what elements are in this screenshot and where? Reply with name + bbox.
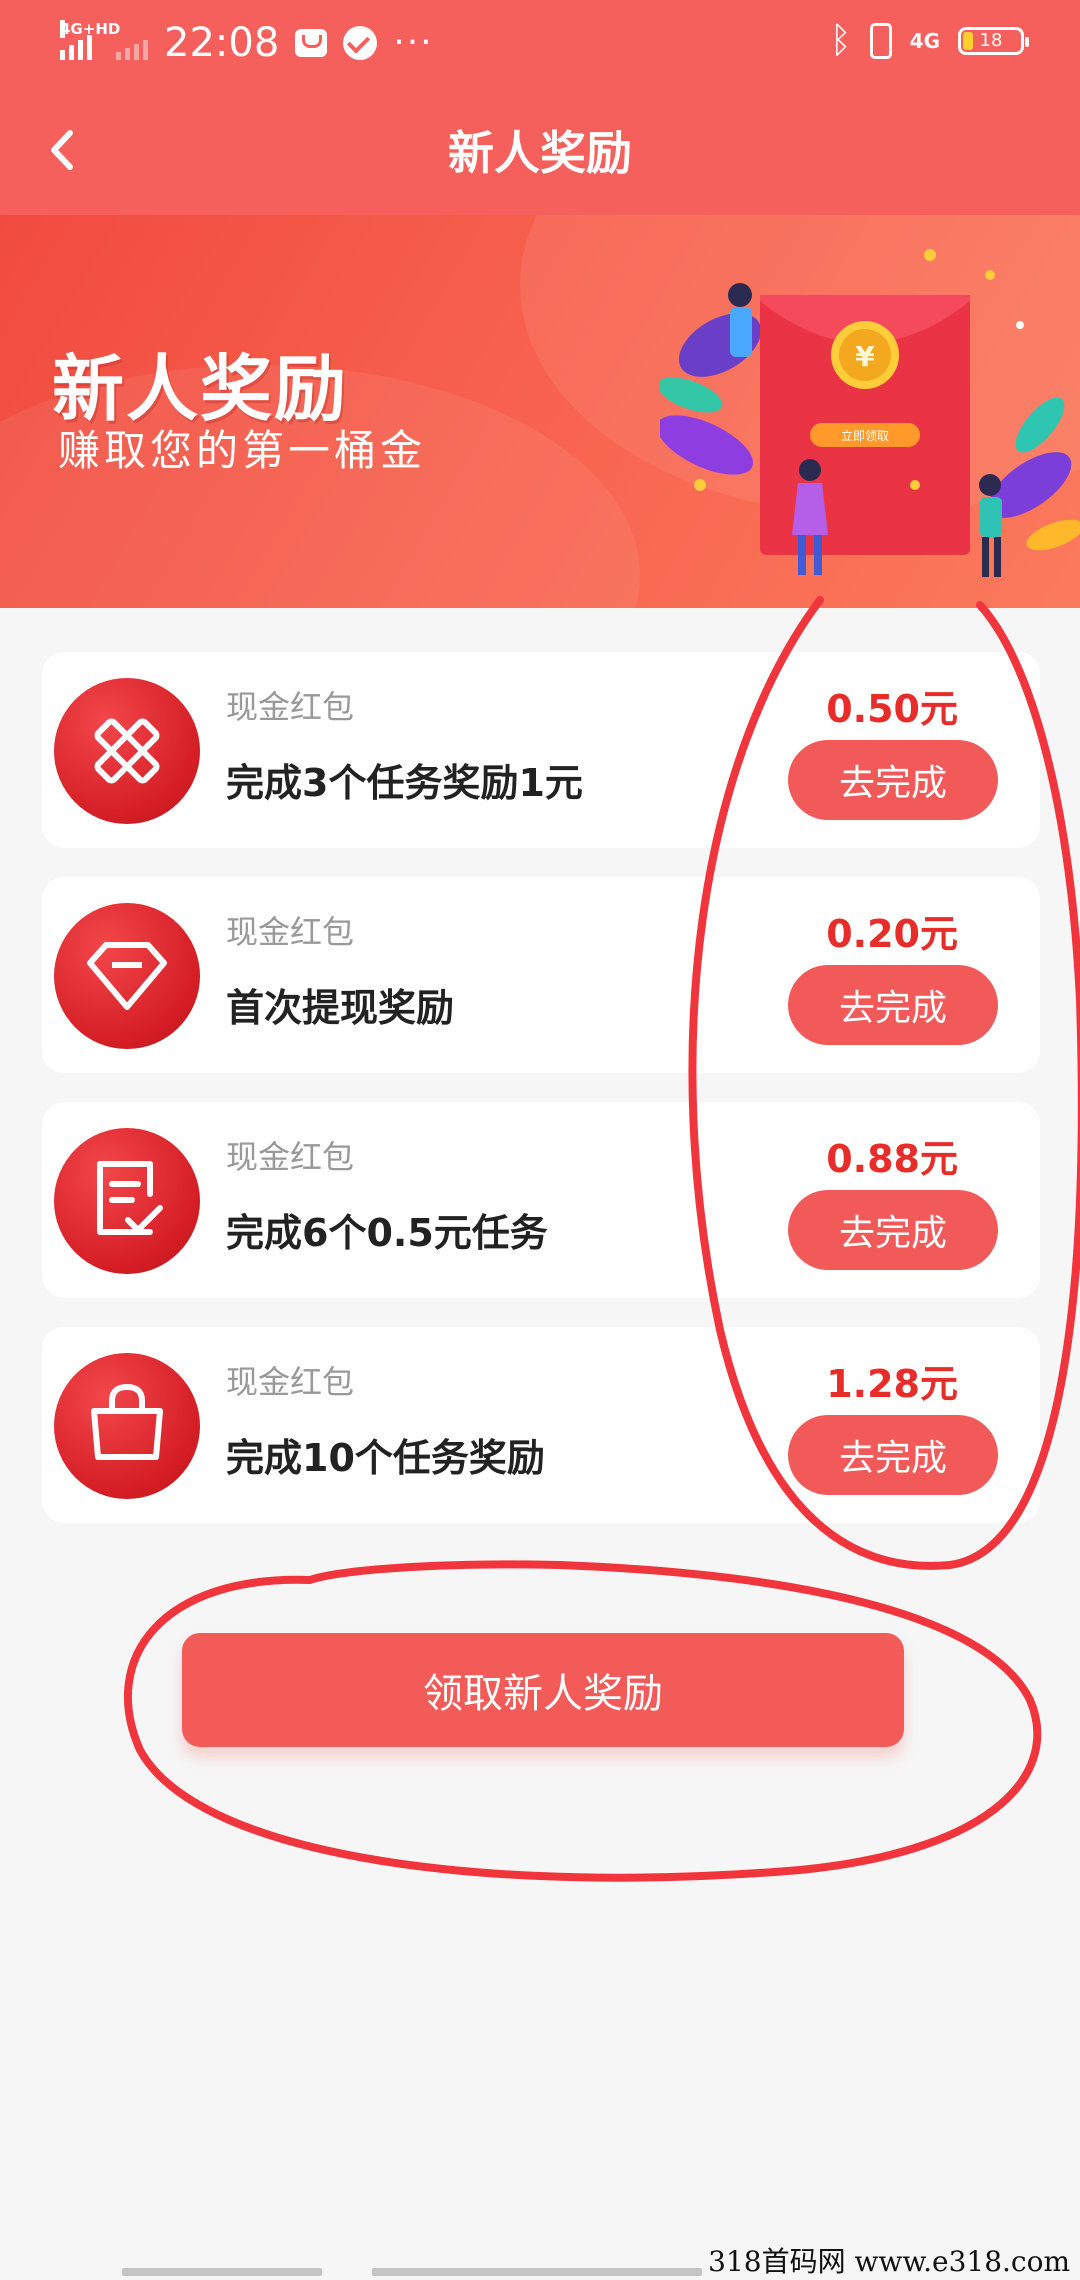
home-indicator xyxy=(122,2268,322,2276)
task-reward-amount: 0.88元 xyxy=(826,1137,958,1181)
red-envelope-illustration: ¥ 立即领取 xyxy=(660,249,1080,577)
battery-icon: 18 xyxy=(958,26,1029,55)
task-category: 现金红包 xyxy=(226,688,355,726)
page-title: 新人奖励 xyxy=(448,126,632,180)
network-type-label: 4G+HD xyxy=(60,20,121,38)
task-title: 完成3个任务奖励1元 xyxy=(226,761,583,805)
go-complete-button[interactable]: 去完成 xyxy=(788,740,998,820)
bluetooth-icon: ᛒ xyxy=(830,20,852,61)
task-category: 现金红包 xyxy=(226,1138,355,1176)
document-check-icon xyxy=(54,1128,200,1274)
mail-icon xyxy=(295,29,328,57)
signal-icon: 4G+HD xyxy=(60,20,120,60)
task-title: 完成10个任务奖励 xyxy=(226,1436,545,1480)
check-circle-icon xyxy=(343,26,378,60)
more-dots-icon: ··· xyxy=(393,22,434,63)
task-reward-amount: 0.50元 xyxy=(826,687,958,731)
task-card: 现金红包 完成6个0.5元任务 0.88元 去完成 xyxy=(42,1102,1040,1298)
task-reward-amount: 0.20元 xyxy=(826,912,958,956)
status-time: 22:08 xyxy=(164,20,280,66)
claim-newbie-reward-button[interactable]: 领取新人奖励 xyxy=(182,1633,904,1747)
task-title: 首次提现奖励 xyxy=(226,986,455,1030)
go-complete-button[interactable]: 去完成 xyxy=(788,1190,998,1270)
diamond-icon xyxy=(54,903,200,1049)
pencil-ruler-icon xyxy=(54,678,200,824)
promo-banner: 新人奖励 赚取您的第一桶金 ¥ 立即领取 xyxy=(0,215,1080,608)
go-complete-button[interactable]: 去完成 xyxy=(788,965,998,1045)
task-category: 现金红包 xyxy=(226,1363,355,1401)
status-bar: 4G+HD 22:08 ··· ᛒ 4G 18 xyxy=(0,0,1080,85)
task-card: 现金红包 完成10个任务奖励 1.28元 去完成 xyxy=(42,1327,1040,1523)
task-card: 现金红包 完成3个任务奖励1元 0.50元 去完成 xyxy=(42,652,1040,848)
vibrate-icon xyxy=(869,22,892,59)
signal-secondary-icon xyxy=(116,26,148,60)
go-complete-button[interactable]: 去完成 xyxy=(788,1415,998,1495)
art-claim-text: 立即领取 xyxy=(841,428,889,443)
task-title: 完成6个0.5元任务 xyxy=(226,1211,548,1255)
network-4g-label: 4G xyxy=(909,28,940,53)
task-card: 现金红包 首次提现奖励 0.20元 去完成 xyxy=(42,877,1040,1073)
watermark: 318首码网 www.e318.com xyxy=(708,2245,1070,2278)
banner-subtitle: 赚取您的第一桶金 xyxy=(58,426,427,475)
task-category: 现金红包 xyxy=(226,913,355,951)
task-reward-amount: 1.28元 xyxy=(826,1362,958,1406)
home-indicator xyxy=(372,2268,702,2276)
battery-level: 18 xyxy=(979,30,1003,51)
shopping-bag-icon xyxy=(54,1353,200,1499)
nav-bar: 新人奖励 xyxy=(0,85,1080,215)
coin-symbol: ¥ xyxy=(855,340,875,373)
